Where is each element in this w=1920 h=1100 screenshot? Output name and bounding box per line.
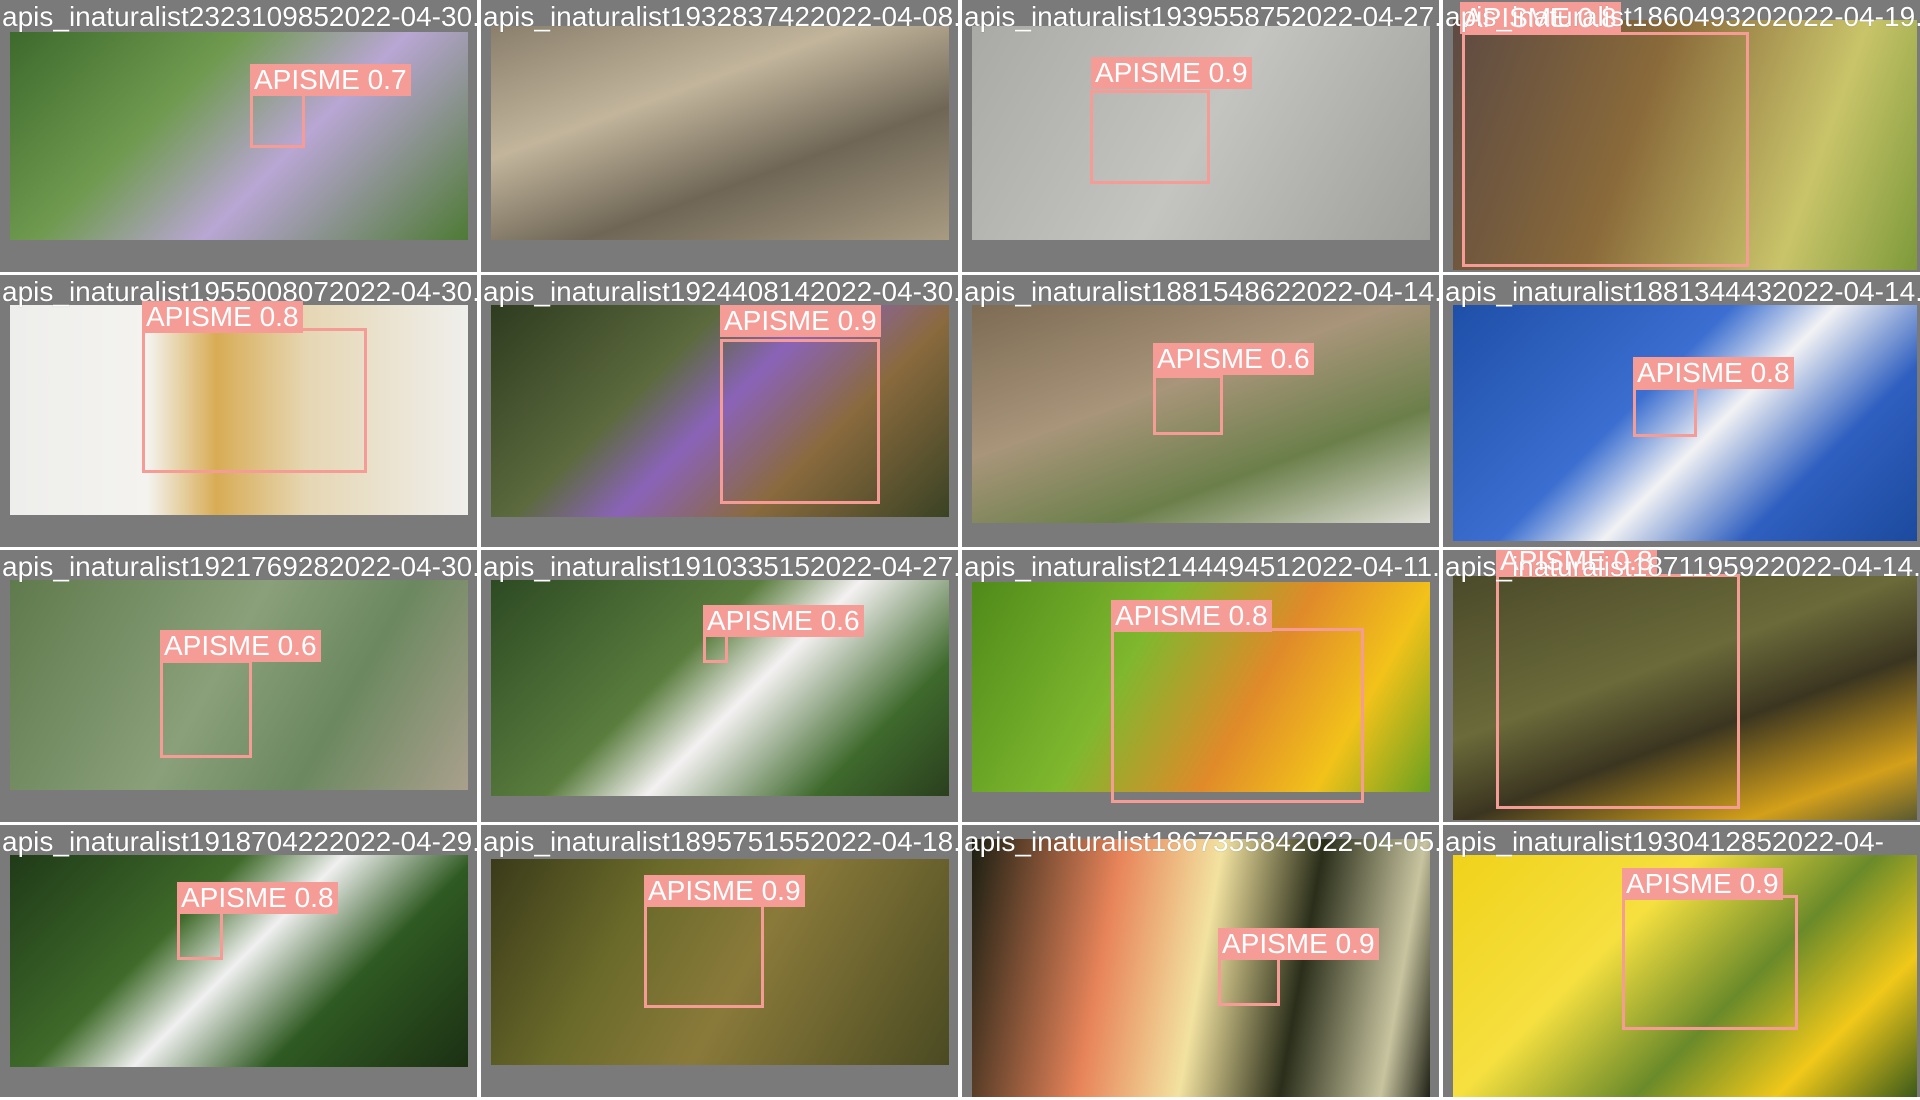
- detection-box: [1496, 574, 1740, 809]
- image-filename: apis_inaturalist1918704222022-04-29.jpg: [2, 826, 477, 857]
- image-filename: apis_inaturalist2144494512022-04-11.jpg: [964, 551, 1439, 582]
- detection-box: [1622, 895, 1798, 1030]
- image-tile: APISME 0.8 apis_inaturalist1918704222022-…: [0, 825, 477, 1097]
- image-filename: apis_inaturalist2323109852022-04-30.jpg: [2, 1, 477, 32]
- image-filename: apis_inaturalist1924408142022-04-30.jpg: [483, 276, 958, 307]
- detection-label: APISME 0.6: [160, 630, 321, 662]
- detection-label: APISME 0.8: [1111, 600, 1272, 632]
- detection-label: APISME 0.8: [1633, 357, 1794, 389]
- detection-box: [1462, 32, 1749, 267]
- detection-box: [160, 660, 252, 758]
- detection-label: APISME 0.9: [1091, 57, 1252, 89]
- image-tile: APISME 0.7 apis_inaturalist2323109852022-…: [0, 0, 477, 272]
- detection-label: APISME 0.6: [703, 605, 864, 637]
- detection-box: [1090, 90, 1210, 184]
- image-tile: APISME 0.6 apis_inaturalist1910335152022-…: [481, 550, 958, 822]
- detection-label: APISME 0.8: [1496, 550, 1657, 577]
- detection-box: [142, 328, 367, 473]
- detection-box: [1153, 375, 1223, 435]
- detection-box: [1633, 387, 1697, 437]
- image-filename: apis_inaturalist1921769282022-04-30.jpg: [2, 551, 477, 582]
- image-filename: apis_inaturalist1910335152022-04-27.jpg: [483, 551, 958, 582]
- image-tile: APISME 0.6 apis_inaturalist1881548622022-…: [962, 275, 1439, 547]
- detection-box: [644, 903, 764, 1008]
- image-tile: APISME 0.9 apis_inaturalist1930412852022-…: [1443, 825, 1920, 1097]
- image-tile: APISME 0.9 apis_inaturalist1924408142022-…: [481, 275, 958, 547]
- image-filename: apis_inaturalist1881344432022-04-14.jpg: [1445, 276, 1920, 307]
- detection-label: APISME 0.7: [250, 64, 411, 96]
- image-tile: APISME 0.8 apis_inaturalist2144494512022-…: [962, 550, 1439, 822]
- detection-label: APISME 0.9: [720, 305, 881, 337]
- image-tile: apis_inaturalist1932837422022-04-08.jpg: [481, 0, 958, 272]
- image-tile: APISME 0.9 apis_inaturalist1939558752022-…: [962, 0, 1439, 272]
- image-tile: APISME 0.9 apis_inaturalist1895751552022-…: [481, 825, 958, 1097]
- detection-box: [720, 339, 880, 504]
- detection-label: APISME 0.8: [177, 882, 338, 914]
- image-tile: APISME 0.8 apis_inaturalist1871195922022-…: [1443, 550, 1920, 822]
- detection-grid: APISME 0.7 apis_inaturalist2323109852022-…: [0, 0, 1920, 1100]
- image-filename: apis_inaturalist1930412852022-04-: [1445, 826, 1885, 857]
- detection-label: APISME 0.9: [1622, 868, 1783, 900]
- detection-box: [1111, 628, 1364, 803]
- image-filename: apis_inaturalist1881548622022-04-14.jpg: [964, 276, 1439, 307]
- image-tile: APISME 0.9 apis_inaturalist1867355842022-…: [962, 825, 1439, 1097]
- detection-label: APISME 0.8: [142, 301, 303, 333]
- bee-photo: [972, 839, 1430, 1097]
- detection-box: [250, 93, 305, 148]
- detection-label: APISME 0.9: [644, 875, 805, 907]
- detection-label: APISME 0.8: [1460, 2, 1621, 34]
- image-tile: APISME 0.8 apis_inaturalist1881344432022-…: [1443, 275, 1920, 547]
- image-tile: APISME 0.8 apis_inaturalist1955008072022-…: [0, 275, 477, 547]
- detection-label: APISME 0.9: [1218, 928, 1379, 960]
- detection-box: [703, 633, 728, 663]
- bee-photo: [491, 26, 949, 240]
- image-tile: APISME 0.8 apis_inaturalist1860493202022-…: [1443, 0, 1920, 272]
- detection-label: APISME 0.6: [1153, 343, 1314, 375]
- detection-box: [177, 910, 223, 960]
- image-filename: apis_inaturalist1895751552022-04-18.jpg: [483, 826, 958, 857]
- image-tile: APISME 0.6 apis_inaturalist1921769282022-…: [0, 550, 477, 822]
